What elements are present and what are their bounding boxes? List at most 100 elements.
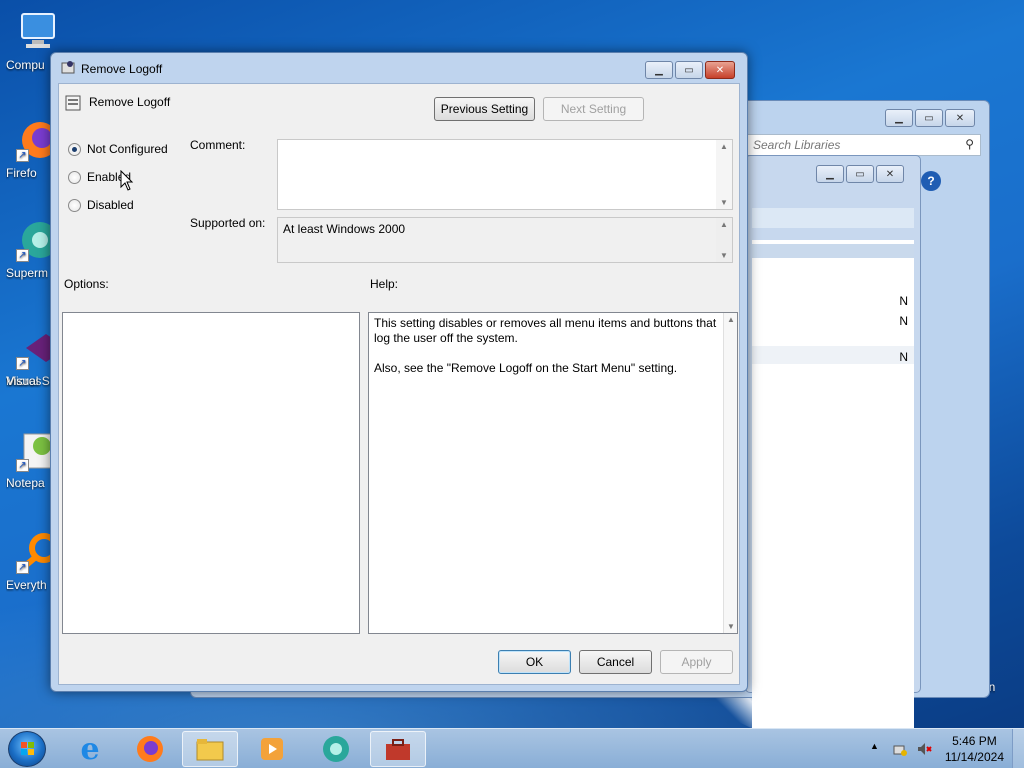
- comment-label: Comment:: [190, 138, 246, 152]
- window-controls: ▁ ▭ ✕: [645, 61, 735, 79]
- firefox-icon: [137, 736, 163, 762]
- column-header: [752, 244, 914, 258]
- dialog-title: Remove Logoff: [81, 62, 163, 76]
- help-icon[interactable]: ?: [921, 171, 941, 191]
- clock-time: 5:46 PM: [952, 734, 997, 748]
- desktop-icon-label: Firefo: [6, 166, 37, 180]
- volume-muted-icon[interactable]: [916, 741, 932, 760]
- minimize-button[interactable]: ▁: [816, 165, 844, 183]
- show-desktop-button[interactable]: [1012, 729, 1024, 768]
- supported-scrollbar[interactable]: ▲ ▼: [716, 218, 732, 262]
- supported-on-label: Supported on:: [190, 216, 266, 230]
- policy-icon: [61, 61, 77, 75]
- help-paragraph: Also, see the "Remove Logoff on the Star…: [374, 361, 678, 375]
- scroll-up-icon: ▲: [720, 142, 728, 151]
- media-player-icon: [261, 738, 283, 760]
- help-pane[interactable]: This setting disables or removes all men…: [368, 312, 738, 634]
- cancel-button[interactable]: Cancel: [579, 650, 652, 674]
- comment-textarea[interactable]: ▲ ▼: [277, 139, 733, 210]
- search-icon: ⚲: [965, 137, 974, 151]
- scroll-down-icon: ▼: [720, 198, 728, 207]
- help-label: Help:: [370, 277, 399, 291]
- next-setting-button[interactable]: Next Setting: [543, 97, 644, 121]
- setting-header-title: Remove Logoff: [89, 95, 171, 109]
- close-button[interactable]: ✕: [876, 165, 904, 183]
- apply-button[interactable]: Apply: [660, 650, 733, 674]
- minimize-button[interactable]: ▁: [645, 61, 673, 79]
- folder-icon: [196, 739, 224, 761]
- taskbar-media-player[interactable]: [244, 731, 300, 767]
- policy-setting-dialog[interactable]: Remove Logoff ▁ ▭ ✕ Remove Logoff Previo…: [50, 52, 748, 692]
- maximize-button[interactable]: ▭: [675, 61, 703, 79]
- shortcut-arrow-icon: ↗: [16, 149, 29, 162]
- taskbar-file-explorer[interactable]: [182, 731, 238, 767]
- previous-setting-button[interactable]: Previous Setting: [434, 97, 535, 121]
- options-label: Options:: [64, 277, 109, 291]
- list-item-letter: N: [899, 294, 908, 308]
- dialog-body: Remove Logoff Previous Setting Next Sett…: [58, 83, 740, 685]
- radio-label: Disabled: [87, 198, 134, 212]
- supported-on-value: At least Windows 2000: [283, 222, 406, 236]
- desktop-icon-label: Everyth: [6, 578, 47, 592]
- taskbar-firefox[interactable]: [122, 731, 178, 767]
- show-hidden-icons[interactable]: ▲: [870, 741, 879, 751]
- maximize-button[interactable]: ▭: [915, 109, 943, 127]
- help-scrollbar[interactable]: ▲ ▼: [723, 313, 737, 633]
- setting-icon: [65, 95, 81, 114]
- desktop-icon-label: Superm: [6, 266, 49, 280]
- dialog-titlebar[interactable]: Remove Logoff ▁ ▭ ✕: [51, 53, 747, 83]
- mouse-cursor-icon: [120, 169, 134, 195]
- search-placeholder: Search Libraries: [753, 138, 841, 152]
- shortcut-arrow-icon: ↗: [16, 249, 29, 262]
- window-controls: ▁ ▭ ✕: [885, 109, 975, 127]
- help-text: This setting disables or removes all men…: [374, 316, 719, 376]
- scroll-down-icon: ▼: [727, 622, 735, 631]
- taskbar-group-policy[interactable]: [370, 731, 426, 767]
- computer-icon: [16, 10, 60, 54]
- radio-button[interactable]: [68, 170, 81, 184]
- scroll-up-icon: ▲: [720, 220, 728, 229]
- toolbar-strip: [752, 208, 914, 228]
- radio-label: Not Configured: [87, 142, 168, 156]
- desktop-icon-label-line2: Visual St: [6, 374, 54, 388]
- internet-explorer-icon: e: [80, 731, 100, 767]
- scroll-down-icon: ▼: [720, 251, 728, 260]
- windows-logo-icon: [21, 742, 34, 755]
- desktop-icon-label: Notepa: [6, 476, 45, 490]
- start-button[interactable]: [8, 731, 46, 767]
- list-item-letter: N: [899, 350, 908, 364]
- taskbar-supermium[interactable]: [308, 731, 364, 767]
- close-button[interactable]: ✕: [705, 61, 735, 79]
- toolbox-icon: [386, 739, 410, 760]
- ok-button[interactable]: OK: [498, 650, 571, 674]
- desktop-icon-label: Compu: [6, 58, 45, 72]
- shortcut-arrow-icon: ↗: [16, 561, 29, 574]
- list-row-highlight: [752, 346, 914, 364]
- background-child-window[interactable]: ▁ ▭ ✕ N N N: [745, 155, 921, 768]
- scroll-up-icon: ▲: [727, 315, 735, 324]
- search-libraries-input[interactable]: Search Libraries ⚲: [746, 134, 981, 156]
- taskbar: e ▲ 5:46 PM 11/14/2024: [0, 728, 1024, 768]
- radio-not-configured[interactable]: Not Configured: [68, 142, 168, 156]
- close-button[interactable]: ✕: [945, 109, 975, 127]
- shortcut-arrow-icon: ↗: [16, 459, 29, 472]
- radio-disabled[interactable]: Disabled: [68, 198, 134, 212]
- clock-date: 11/14/2024: [944, 750, 1004, 764]
- radio-button[interactable]: [68, 142, 81, 156]
- help-paragraph: This setting disables or removes all men…: [374, 316, 717, 345]
- taskbar-internet-explorer[interactable]: e: [62, 731, 118, 767]
- radio-button[interactable]: [68, 198, 81, 212]
- shortcut-arrow-icon: ↗: [16, 357, 29, 370]
- system-clock[interactable]: 5:46 PM 11/14/2024: [945, 733, 1004, 765]
- minimize-button[interactable]: ▁: [885, 109, 913, 127]
- list-pane[interactable]: N N N: [752, 240, 914, 768]
- desktop-icon-computer[interactable]: Compu: [6, 10, 70, 72]
- network-icon[interactable]: [892, 741, 908, 760]
- window-controls: ▁ ▭ ✕: [816, 165, 904, 183]
- maximize-button[interactable]: ▭: [846, 165, 874, 183]
- list-item-letter: N: [899, 314, 908, 328]
- comment-scrollbar[interactable]: ▲ ▼: [716, 140, 732, 209]
- supported-on-field: At least Windows 2000 ▲ ▼: [277, 217, 733, 263]
- supermium-icon: [323, 736, 349, 762]
- options-pane[interactable]: [62, 312, 360, 634]
